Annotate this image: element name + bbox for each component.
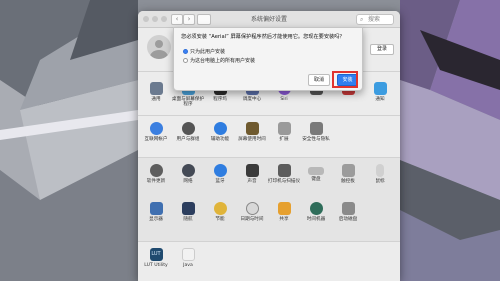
sidecar-icon — [181, 202, 195, 215]
date-time-icon — [245, 202, 259, 215]
printers-icon — [277, 164, 291, 177]
preferences-other-section: LUT LUT Utility Java — [138, 241, 400, 281]
install-highlight-box — [332, 71, 358, 88]
notifications-icon — [373, 82, 387, 95]
pref-accessibility[interactable]: 辅助功能 — [202, 122, 238, 142]
pref-trackpad[interactable]: 触控板 — [330, 164, 366, 184]
time-machine-icon — [309, 202, 323, 215]
radio-selected-icon — [183, 49, 188, 54]
sound-icon — [245, 164, 259, 177]
java-icon — [181, 248, 195, 261]
pref-time-machine[interactable]: 时间机器 — [298, 202, 334, 222]
users-groups-icon — [181, 122, 195, 135]
user-avatar[interactable] — [147, 35, 171, 59]
pref-energy-saver[interactable]: 节能 — [202, 202, 238, 222]
mouse-icon — [376, 164, 384, 177]
login-button[interactable]: 登录 — [370, 44, 394, 55]
pref-extensions[interactable]: 扩展 — [266, 122, 302, 142]
preferences-hardware-section: 软件更新 网络 蓝牙 声音 打印机与扫描仪 键盘 触控板 鼠标 显示器 随航 节… — [138, 157, 400, 242]
internet-accounts-icon — [149, 122, 163, 135]
window-titlebar: ‹ › 系统偏好设置 ⌕ 搜索 — [138, 11, 400, 28]
security-icon — [309, 122, 323, 135]
pref-sound[interactable]: 声音 — [234, 164, 270, 184]
pref-java[interactable]: Java — [170, 248, 206, 268]
cancel-button[interactable]: 取消 — [308, 74, 330, 86]
pref-security-privacy[interactable]: 安全性与隐私 — [298, 122, 334, 142]
accessibility-icon — [213, 122, 227, 135]
pref-date-time[interactable]: 日期与时间 — [234, 202, 270, 222]
general-icon — [149, 82, 163, 95]
network-icon — [181, 164, 195, 177]
pref-network[interactable]: 网络 — [170, 164, 206, 184]
pref-printers-scanners[interactable]: 打印机与扫描仪 — [266, 164, 302, 184]
radio-all-users[interactable]: 为这台电脑上的所有用户安装 — [183, 57, 255, 64]
pref-sidecar[interactable]: 随航 — [170, 202, 206, 222]
lut-utility-icon: LUT — [149, 248, 163, 261]
pref-sharing[interactable]: 共享 — [266, 202, 302, 222]
search-placeholder: 搜索 — [368, 16, 381, 23]
pref-software-update[interactable]: 软件更新 — [138, 164, 174, 184]
extensions-icon — [277, 122, 291, 135]
search-icon: ⌕ — [360, 16, 364, 23]
preferences-row-2: 互联网帐户 用户与群组 辅助功能 屏幕使用时间 扩展 安全性与隐私 — [138, 115, 400, 158]
pref-startup-disk[interactable]: 启动磁盘 — [330, 202, 366, 222]
pref-bluetooth[interactable]: 蓝牙 — [202, 164, 238, 184]
software-update-icon — [149, 164, 163, 177]
displays-icon — [149, 202, 163, 215]
search-field[interactable]: ⌕ 搜索 — [356, 14, 394, 25]
pref-displays[interactable]: 显示器 — [138, 202, 174, 222]
pref-keyboard[interactable]: 键盘 — [298, 164, 334, 182]
pref-screen-time[interactable]: 屏幕使用时间 — [234, 122, 270, 142]
energy-saver-icon — [213, 202, 227, 215]
keyboard-icon — [308, 167, 324, 175]
sharing-icon — [277, 202, 291, 215]
bluetooth-icon — [213, 164, 227, 177]
pref-lut-utility[interactable]: LUT LUT Utility — [138, 248, 174, 268]
pref-users-groups[interactable]: 用户与群组 — [170, 122, 206, 142]
startup-disk-icon — [341, 202, 355, 215]
radio-unselected-icon — [183, 58, 188, 63]
dialog-question: 您必须安装 “Aerial” 屏幕保护程序然后才能使用它。您现在要安装吗？ — [181, 34, 345, 40]
screen-time-icon — [245, 122, 259, 135]
trackpad-icon — [341, 164, 355, 177]
radio-this-user[interactable]: 只为此用户安装 — [183, 48, 225, 55]
pref-notifications[interactable]: 通知 — [362, 82, 398, 102]
pref-internet-accounts[interactable]: 互联网帐户 — [138, 122, 174, 142]
pref-mouse[interactable]: 鼠标 — [362, 164, 398, 184]
pref-general[interactable]: 通用 — [138, 82, 174, 102]
